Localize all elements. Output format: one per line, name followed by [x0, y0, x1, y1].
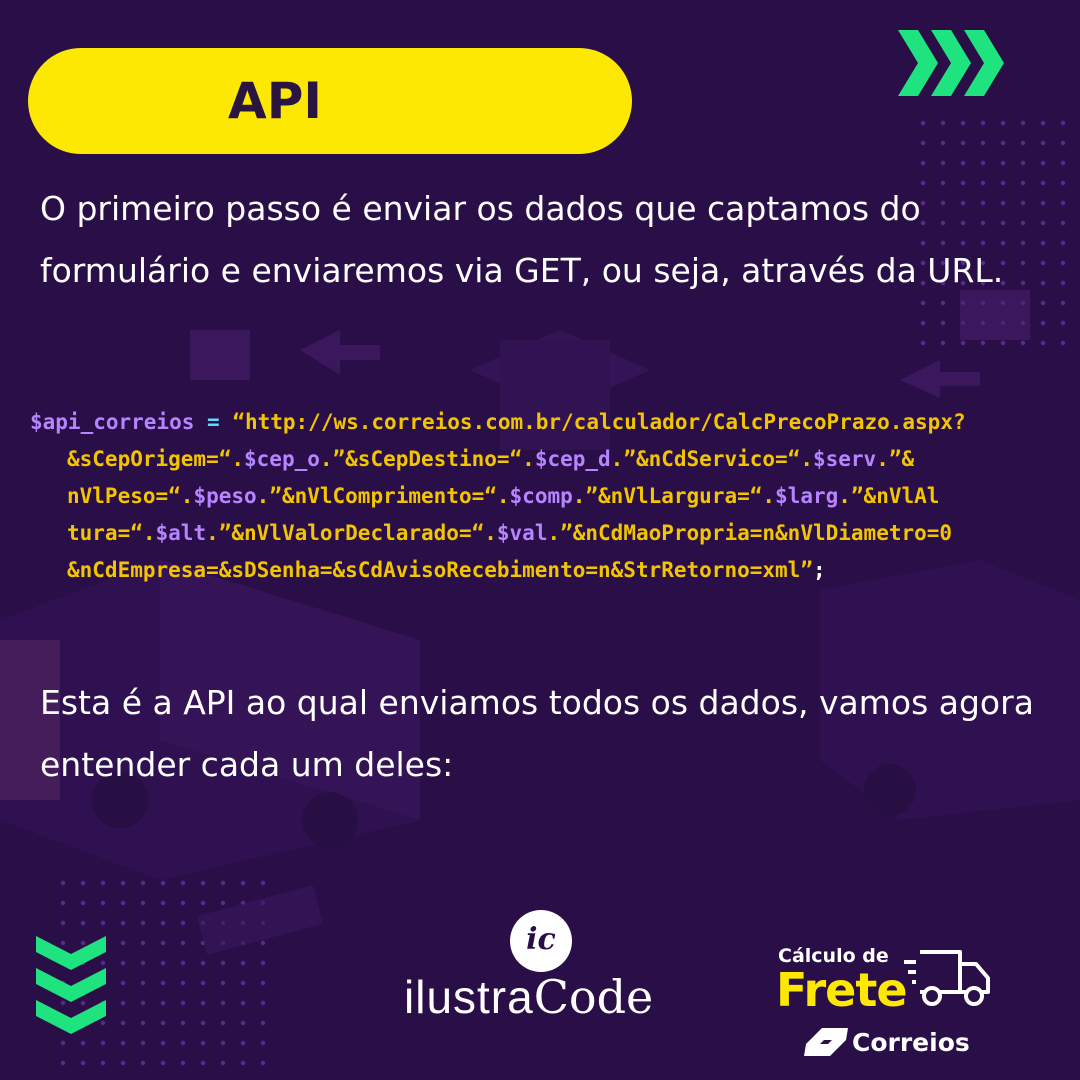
code-token: &sCepOrigem=“. [67, 447, 245, 471]
brand-monogram: ic [510, 910, 572, 972]
brand-name-light: ilustra [404, 971, 534, 1023]
chevron-down-triple-icon [36, 936, 106, 1034]
code-token: .”&nVlComprimento=“. [256, 484, 510, 508]
code-token: $serv [812, 447, 877, 471]
code-line-3: nVlPeso=“.$peso.”&nVlComprimento=“.$comp… [30, 478, 1070, 515]
intro-paragraph: O primeiro passo é enviar os dados que c… [40, 189, 1004, 290]
badge-title: Frete [776, 963, 908, 1017]
code-token: .”&nCdMaoPropria=n&nVlDiametro=0 [547, 521, 953, 545]
page-title: API [228, 72, 322, 130]
delivery-truck-icon [904, 950, 990, 1006]
code-token: .”&nVlLargura=“. [572, 484, 776, 508]
carrier-name: Correios [852, 1028, 970, 1057]
code-token: $val [496, 521, 548, 545]
code-token: ; [812, 558, 826, 582]
code-token: $cep_o [244, 447, 320, 471]
chevron-right-triple-icon [898, 30, 1004, 96]
brand-logo: ilustraCode [404, 970, 653, 1024]
code-token: .”& [876, 447, 915, 471]
code-token: nVlPeso=“. [67, 484, 194, 508]
code-token: .”&sCepDestino=“. [319, 447, 535, 471]
outro-paragraph: Esta é a API ao qual enviamos todos os d… [40, 683, 1034, 784]
code-token: $comp [509, 484, 573, 508]
brand-name-bold: Code [533, 970, 654, 1024]
code-token: .”&nVlAl [838, 484, 940, 508]
code-token: = [194, 410, 233, 434]
code-token: .”&nCdServico=“. [610, 447, 813, 471]
code-token: “http://ws.correios.com.br/calculador/Ca… [232, 410, 966, 434]
code-token: &nCdEmpresa=&sDSenha=&sCdAvisoRecebiment… [67, 558, 813, 582]
code-token: $cep_d [534, 447, 611, 471]
code-token: $larg [775, 484, 839, 508]
code-line-4: tura=“.$alt.”&nVlValorDeclarado=“.$val.”… [30, 515, 1070, 552]
title-banner: API [28, 48, 632, 154]
code-line-5: &nCdEmpresa=&sDSenha=&sCdAvisoRecebiment… [30, 552, 1070, 589]
code-token: $api_correios [30, 410, 195, 434]
correios-logo-icon [804, 1028, 848, 1056]
brand-monogram-text: ic [526, 921, 556, 957]
code-token: .”&nVlValorDeclarado=“. [206, 521, 497, 545]
code-token: $peso [193, 484, 257, 508]
code-block: $api_correios = “http://ws.correios.com.… [30, 404, 1070, 589]
code-line-2: &sCepOrigem=“.$cep_o.”&sCepDestino=“.$ce… [30, 441, 1070, 478]
code-token: tura=“. [67, 521, 156, 545]
code-line-1: $api_correios = “http://ws.correios.com.… [30, 404, 1070, 441]
code-token: $alt [155, 521, 207, 545]
